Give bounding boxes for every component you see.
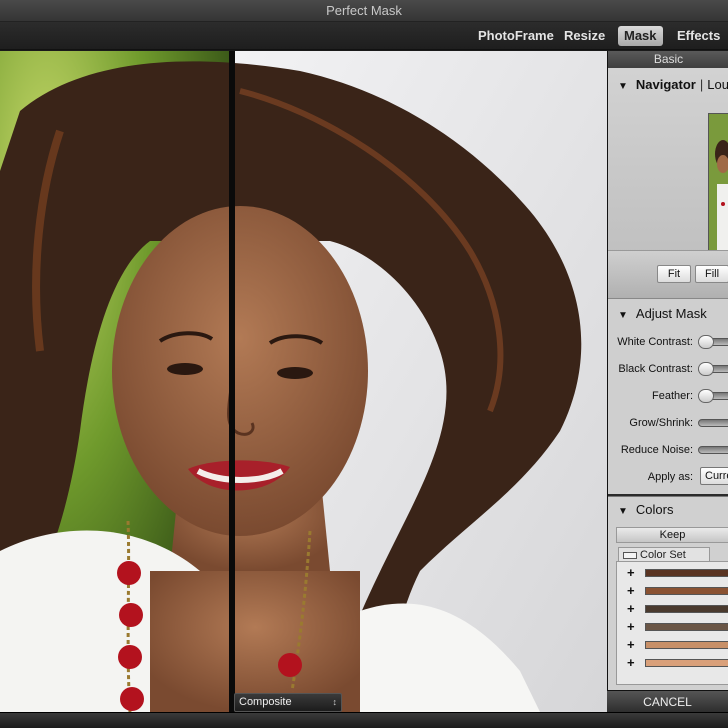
add-color-icon[interactable]: + [627,636,635,654]
color-swatch[interactable] [645,569,728,577]
add-color-icon[interactable]: + [627,582,635,600]
loupe-tab[interactable]: Lou [707,77,728,92]
apply-as-row: Apply as: Curre [608,467,728,487]
list-item: + [617,564,728,582]
tab-effects[interactable]: Effects [671,26,726,46]
cancel-button[interactable]: CANCEL [607,690,728,712]
apply-as-label: Apply as: [647,471,693,483]
add-color-icon[interactable]: + [627,564,635,582]
color-swatch[interactable] [645,587,728,595]
color-swatch-list: + + + + + + [616,561,728,685]
view-mode-select[interactable]: Composite ↕ [234,693,342,712]
tab-mask[interactable]: Mask [618,26,663,46]
grow-shrink-slider[interactable] [698,419,728,427]
white-contrast-label: White Contrast: [617,336,693,348]
adjust-mask-section: ▼ Adjust Mask White Contrast: Black Contr… [608,298,728,494]
add-color-icon[interactable]: + [627,618,635,636]
add-color-icon[interactable]: + [627,654,635,672]
list-item: + [617,636,728,654]
color-set-label: Color Set [640,549,686,561]
white-contrast-row: White Contrast: [608,332,728,352]
adjust-mask-title: Adjust Mask [635,306,707,321]
color-set-icon [623,551,637,559]
list-item: + [617,600,728,618]
app-window: Perfect Mask PhotoFrame Resize Mask Effe… [0,0,728,728]
adjust-mask-header[interactable]: ▼ Adjust Mask [608,301,728,327]
disclosure-triangle-icon: ▼ [618,506,628,517]
slider-knob[interactable] [698,335,714,349]
right-panel: Basic ▼Navigator|Lou Fit Fill ▼Adjus [607,51,728,712]
reduce-noise-row: Reduce Noise: [608,440,728,460]
navigator-title: Navigator [635,77,696,92]
navigator-separator: | [699,77,704,92]
feather-label: Feather: [652,390,693,402]
slider-knob[interactable] [698,389,714,403]
portrait-image [0,51,607,712]
fill-button[interactable]: Fill [695,265,728,283]
split-divider[interactable] [229,51,235,712]
reduce-noise-label: Reduce Noise: [620,444,693,456]
feather-row: Feather: [608,386,728,406]
fit-button[interactable]: Fit [657,265,691,283]
add-color-icon[interactable]: + [627,600,635,618]
window-title: Perfect Mask [326,3,402,18]
white-contrast-slider[interactable] [698,335,728,349]
black-contrast-label: Black Contrast: [618,363,693,375]
black-contrast-slider[interactable] [698,362,728,376]
colors-section: ▼ Colors Keep Color Set + + + + + + [608,496,728,712]
tab-photoframe[interactable]: PhotoFrame [472,26,560,46]
navigator-thumbnail[interactable] [708,113,728,265]
title-bar: Perfect Mask [0,0,728,22]
black-contrast-row: Black Contrast: [608,359,728,379]
disclosure-triangle-icon: ▼ [618,310,628,321]
grow-shrink-row: Grow/Shrink: [608,413,728,433]
tab-resize[interactable]: Resize [558,26,611,46]
grow-shrink-label: Grow/Shrink: [629,417,693,429]
list-item: + [617,618,728,636]
disclosure-triangle-icon: ▼ [618,81,628,92]
view-mode-value: Composite [239,696,292,708]
color-swatch[interactable] [645,605,728,613]
image-canvas[interactable] [0,51,607,712]
reduce-noise-slider[interactable] [698,446,728,454]
keep-header[interactable]: Keep [616,527,728,543]
list-item: + [617,582,728,600]
module-bar: PhotoFrame Resize Mask Effects [0,22,728,50]
color-swatch[interactable] [645,623,728,631]
slider-knob[interactable] [698,362,714,376]
tab-basic[interactable]: Basic [608,51,728,68]
color-swatch[interactable] [645,641,728,649]
colors-title: Colors [635,502,674,517]
colors-header[interactable]: ▼ Colors [608,497,728,523]
list-item: + [617,654,728,672]
zoom-buttons-bar: Fit Fill [608,250,728,298]
feather-slider[interactable] [698,389,728,403]
select-arrows-icon: ↕ [332,697,338,707]
navigator-header[interactable]: ▼ Navigator | Lou [608,72,728,98]
color-set-tab[interactable]: Color Set [618,547,710,562]
status-bar [0,712,728,728]
apply-as-select[interactable]: Curre [700,467,728,485]
color-swatch[interactable] [645,659,728,667]
